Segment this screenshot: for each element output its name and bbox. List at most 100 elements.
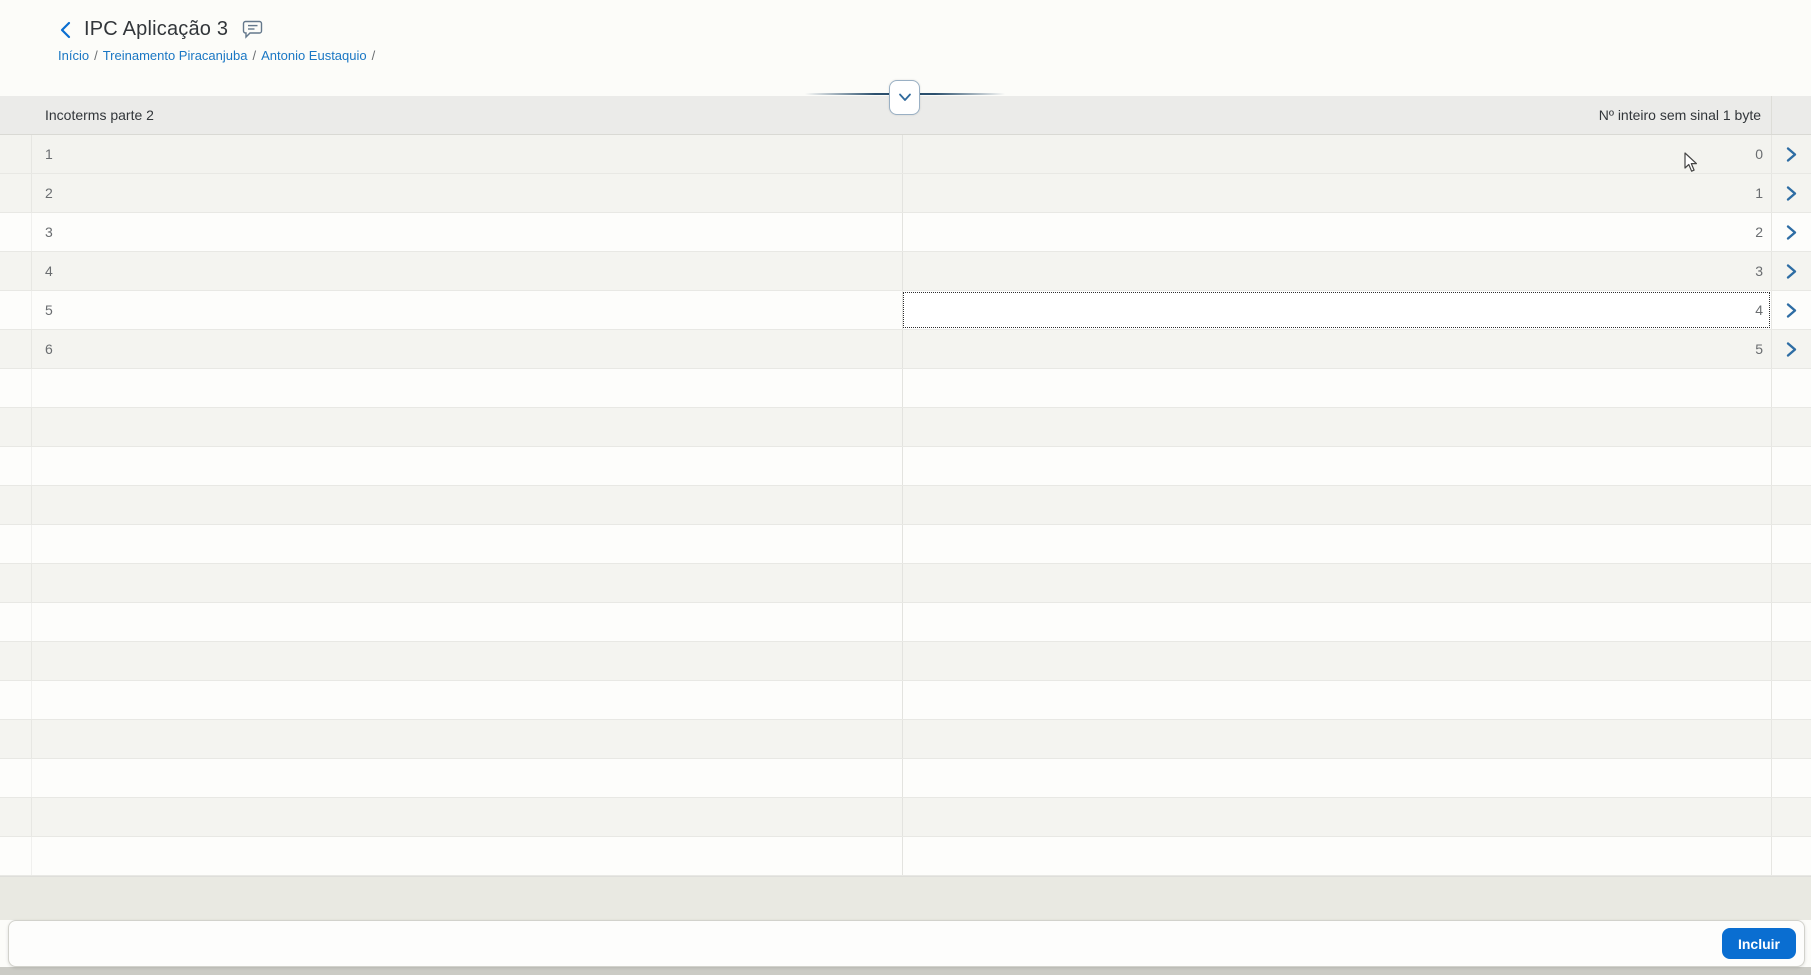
- cell-inteiro: 5: [902, 330, 1771, 368]
- table-row[interactable]: 65: [0, 330, 1811, 369]
- chevron-right-icon: [1786, 341, 1797, 357]
- cell-inteiro-empty: [902, 486, 1771, 524]
- row-navigation-empty: [1771, 759, 1811, 797]
- chevron-right-icon[interactable]: [1785, 146, 1798, 163]
- cell-inteiro-empty: [902, 681, 1771, 719]
- cell-inteiro-empty: [902, 798, 1771, 836]
- header-nav-spacer: [1771, 96, 1811, 134]
- row-navigation-empty: [1771, 720, 1811, 758]
- chevron-down-icon: [898, 93, 911, 101]
- cell-inteiro-empty: [902, 603, 1771, 641]
- empty-table-row: [0, 681, 1811, 720]
- breadcrumb-separator: /: [94, 48, 98, 63]
- cell-incoterms-empty: [32, 369, 902, 407]
- row-navigation-empty: [1771, 564, 1811, 602]
- row-gutter: [0, 642, 32, 680]
- chevron-left-icon: [60, 21, 71, 38]
- chevron-right-icon: [1786, 185, 1797, 201]
- table-row[interactable]: 54: [0, 291, 1811, 330]
- chevron-right-icon[interactable]: [1785, 341, 1798, 358]
- row-gutter: [0, 447, 32, 485]
- cell-incoterms-empty: [32, 720, 902, 758]
- chevron-right-icon[interactable]: [1785, 185, 1798, 202]
- cell-incoterms: 1: [45, 146, 53, 162]
- empty-table-row: [0, 369, 1811, 408]
- comment-bubble-icon: [243, 20, 263, 39]
- breadcrumb-separator: /: [371, 48, 376, 63]
- footer-bar: Incluir: [8, 920, 1805, 967]
- breadcrumb: Início / Treinamento Piracanjuba / Antonio E…: [58, 48, 380, 63]
- cell-inteiro: 1: [902, 174, 1771, 212]
- cell-inteiro: 0: [902, 135, 1771, 173]
- breadcrumb-link-inicio[interactable]: Início: [58, 48, 89, 63]
- breadcrumb-link-treinamento[interactable]: Treinamento Piracanjuba: [103, 48, 248, 63]
- cell-inteiro-empty: [902, 369, 1771, 407]
- collapse-header-button[interactable]: [889, 80, 920, 115]
- chevron-right-icon: [1786, 263, 1797, 279]
- row-gutter: [0, 720, 32, 758]
- row-navigation-empty: [1771, 603, 1811, 641]
- row-navigation-empty: [1771, 798, 1811, 836]
- title-row: IPC Aplicação 3: [58, 18, 263, 41]
- chevron-right-icon[interactable]: [1785, 263, 1798, 280]
- breadcrumb-separator: /: [252, 48, 257, 63]
- empty-table-row: [0, 486, 1811, 525]
- row-gutter: [0, 213, 32, 251]
- back-icon[interactable]: [58, 20, 72, 40]
- chevron-right-icon: [1786, 224, 1797, 240]
- cell-inteiro-focused[interactable]: 4: [902, 291, 1771, 329]
- cell-incoterms-empty: [32, 486, 902, 524]
- row-gutter: [0, 291, 32, 329]
- cell-incoterms-empty: [32, 564, 902, 602]
- cell-inteiro-empty: [902, 408, 1771, 446]
- cell-incoterms: 2: [45, 185, 53, 201]
- cell-inteiro: 3: [902, 252, 1771, 290]
- incluir-button[interactable]: Incluir: [1721, 928, 1796, 959]
- empty-table-row: [0, 603, 1811, 642]
- row-navigation-empty: [1771, 681, 1811, 719]
- chevron-right-icon[interactable]: [1785, 224, 1798, 241]
- row-navigation-empty: [1771, 369, 1811, 407]
- cell-incoterms-empty: [32, 603, 902, 641]
- row-navigation[interactable]: [1771, 213, 1811, 251]
- cell-inteiro-empty: [902, 564, 1771, 602]
- table-row[interactable]: 43: [0, 252, 1811, 291]
- column-header-inteiro: Nº inteiro sem sinal 1 byte: [1598, 107, 1761, 123]
- cell-inteiro-empty: [902, 720, 1771, 758]
- row-gutter: [0, 759, 32, 797]
- page-title: IPC Aplicação 3: [84, 18, 229, 40]
- row-navigation[interactable]: [1771, 174, 1811, 212]
- cell-incoterms-empty: [32, 408, 902, 446]
- row-navigation-empty: [1771, 447, 1811, 485]
- row-navigation-empty: [1771, 837, 1811, 875]
- table-row[interactable]: 21: [0, 174, 1811, 213]
- chevron-right-icon: [1786, 146, 1797, 162]
- row-navigation-empty: [1771, 525, 1811, 563]
- empty-table-row: [0, 798, 1811, 837]
- row-navigation[interactable]: [1771, 330, 1811, 368]
- table-row[interactable]: 10: [0, 135, 1811, 174]
- comment-icon[interactable]: [242, 20, 263, 40]
- row-gutter: [0, 330, 32, 368]
- empty-table-row: [0, 837, 1811, 876]
- empty-table-row: [0, 759, 1811, 798]
- cell-incoterms-empty: [32, 525, 902, 563]
- row-navigation[interactable]: [1771, 252, 1811, 290]
- cell-inteiro-empty: [902, 525, 1771, 563]
- row-gutter: [0, 486, 32, 524]
- breadcrumb-link-antonio[interactable]: Antonio Eustaquio: [261, 48, 367, 63]
- bottom-strip: [0, 967, 1811, 975]
- cell-incoterms-empty: [32, 642, 902, 680]
- table-row[interactable]: 32: [0, 213, 1811, 252]
- row-gutter: [0, 798, 32, 836]
- row-gutter: [0, 174, 32, 212]
- row-navigation[interactable]: [1771, 291, 1811, 329]
- cell-inteiro-empty: [902, 759, 1771, 797]
- row-gutter: [0, 837, 32, 875]
- chevron-right-icon[interactable]: [1785, 302, 1798, 319]
- page: IPC Aplicação 3 Início / Treinamento Pirac…: [0, 0, 1811, 975]
- row-gutter: [0, 408, 32, 446]
- row-navigation[interactable]: [1771, 135, 1811, 173]
- row-gutter: [0, 564, 32, 602]
- cell-incoterms-empty: [32, 759, 902, 797]
